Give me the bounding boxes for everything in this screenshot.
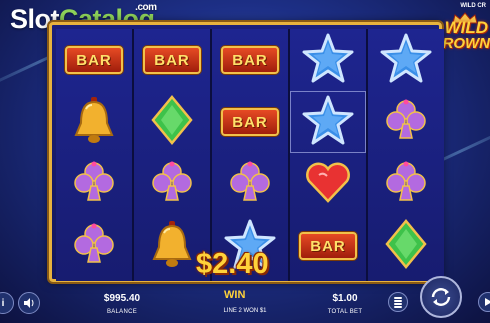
- reel-cell: BAR: [134, 29, 210, 91]
- star-icon: [302, 33, 354, 88]
- club-icon: [72, 160, 116, 209]
- club-icon: [228, 160, 272, 209]
- coin-stack-icon: [394, 297, 402, 308]
- win-label: WIN: [224, 289, 246, 301]
- reel-cell: [368, 29, 444, 91]
- logo-small-text: WILD CR: [460, 3, 486, 9]
- reel-cell: [368, 91, 444, 153]
- reel-frame: BAR BAR BAR BAR BAR: [49, 22, 444, 282]
- club-icon: [384, 160, 428, 209]
- bar-symbol: BAR: [221, 108, 279, 136]
- autoplay-icon: [485, 298, 490, 306]
- star-icon: [380, 33, 432, 88]
- reel-cell: [368, 153, 444, 215]
- club-icon: [72, 222, 116, 271]
- bell-icon: [71, 95, 117, 150]
- reel-cell: [290, 91, 366, 153]
- bet-button[interactable]: [388, 292, 408, 312]
- reel-cell: BAR: [212, 29, 288, 91]
- reel-cell: [56, 215, 132, 277]
- total-bet-value: $1.00: [332, 293, 358, 304]
- win-amount: $2.40: [196, 248, 269, 280]
- sound-icon: [24, 298, 34, 308]
- sound-button[interactable]: [18, 292, 40, 314]
- reel-cell: [290, 29, 366, 91]
- reel-cell: [368, 215, 444, 277]
- reel-cell: [290, 153, 366, 215]
- line-win-text: LINE 2 WON $1: [223, 308, 267, 314]
- bell-icon: [149, 219, 195, 274]
- reel-cell: BAR: [56, 29, 132, 91]
- balance-label: BALANCE: [106, 309, 138, 315]
- info-icon: i: [1, 297, 5, 309]
- club-icon: [384, 98, 428, 147]
- diamond-icon: [151, 94, 193, 150]
- bar-symbol: BAR: [143, 46, 201, 74]
- reel-cell: BAR: [212, 91, 288, 153]
- heart-icon: [305, 161, 351, 208]
- info-button[interactable]: i: [0, 292, 14, 314]
- balance-value: $995.40: [103, 293, 141, 304]
- club-icon: [150, 160, 194, 209]
- bar-symbol: BAR: [65, 46, 123, 74]
- reel-cell: BAR: [290, 215, 366, 277]
- reel-cell: [56, 153, 132, 215]
- star-icon: [302, 95, 354, 150]
- reel-cell: [134, 153, 210, 215]
- diamond-icon: [385, 218, 427, 274]
- bar-symbol: BAR: [221, 46, 279, 74]
- spin-icon: [431, 288, 451, 306]
- reel-cell: [212, 153, 288, 215]
- reel-cell: [56, 91, 132, 153]
- watermark-suffix: .com: [135, 2, 157, 13]
- reel-cell: [134, 91, 210, 153]
- total-bet-label: TOTAL BET: [327, 309, 363, 315]
- spin-button[interactable]: [420, 276, 462, 318]
- bar-symbol: BAR: [299, 232, 357, 260]
